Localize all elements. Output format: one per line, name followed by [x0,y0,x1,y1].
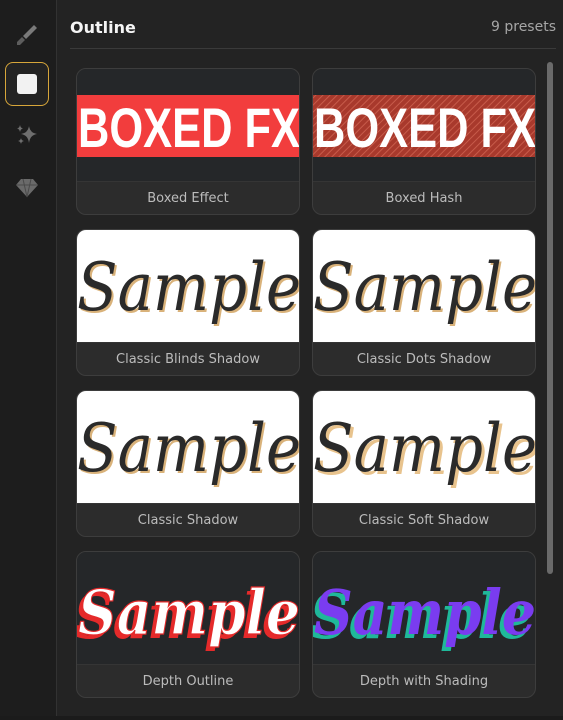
scrollbar-thumb[interactable] [547,62,553,574]
brush-icon [14,22,40,48]
outline-panel: Outline 9 presets BOXED FX Boxed Effect [57,0,563,720]
preset-thumbnail: Sample Sample [313,552,535,665]
panel-header: Outline 9 presets [70,12,556,49]
preset-card-depth-outline[interactable]: Sample Sample Depth Outline [76,551,300,698]
brush-tool-button[interactable] [5,13,49,57]
preset-card-boxed-hash[interactable]: BOXED FX Boxed Hash [312,68,536,215]
sparkles-icon [14,122,40,148]
preset-preview-text: Sample [77,249,299,326]
preset-label: Classic Soft Shadow [358,512,490,528]
preset-thumbnail: Sample Sample [77,230,299,343]
scrollbar[interactable] [547,62,553,702]
preset-preview-text: Sample [78,576,299,649]
preset-thumbnail: Sample Sample [313,230,535,343]
preset-card-classic-soft-shadow[interactable]: Sample Sample Classic Soft Shadow [312,390,536,537]
preset-thumbnail: BOXED FX [313,69,535,182]
preset-preview-text: Sample [313,249,535,326]
preset-preview-text: BOXED FX [78,96,299,159]
preset-thumbnail: Sample Sample [77,391,299,504]
outline-tool-button[interactable] [5,62,49,106]
preset-card-boxed-effect[interactable]: BOXED FX Boxed Effect [76,68,300,215]
panel-title: Outline [70,17,136,37]
preset-label: Classic Dots Shadow [356,351,492,367]
preset-grid: BOXED FX Boxed Effect BOXED FX Boxed Has… [76,68,536,698]
preset-card-classic-shadow[interactable]: Sample Sample Classic Shadow [76,390,300,537]
preset-label: Classic Shadow [137,512,239,528]
preset-label: Depth Outline [142,673,234,689]
preset-thumbnail: BOXED FX [77,69,299,182]
premium-tool-button[interactable] [5,165,49,209]
effects-tool-button[interactable] [5,113,49,157]
preset-thumbnail: Sample Sample [77,552,299,665]
preset-card-depth-with-shading[interactable]: Sample Sample Depth with Shading [312,551,536,698]
preset-preview-text: Sample [313,410,535,487]
preset-count: 9 presets [491,19,556,35]
preset-card-classic-blinds-shadow[interactable]: Sample Sample Classic Blinds Shadow [76,229,300,376]
preset-thumbnail: Sample Sample [313,391,535,504]
preset-label: Boxed Effect [147,190,229,206]
preset-label: Classic Blinds Shadow [116,351,260,367]
preset-label: Depth with Shading [359,673,489,689]
tool-rail [0,0,57,720]
preset-card-classic-dots-shadow[interactable]: Sample Sample Classic Dots Shadow [312,229,536,376]
preset-preview-text: BOXED FX [314,96,535,159]
bottom-edge [0,716,563,720]
preset-preview-text: Sample [314,576,535,649]
square-icon [15,72,39,96]
diamond-icon [14,174,40,200]
preset-preview-text: Sample [77,410,299,487]
preset-label: Boxed Hash [385,190,463,206]
